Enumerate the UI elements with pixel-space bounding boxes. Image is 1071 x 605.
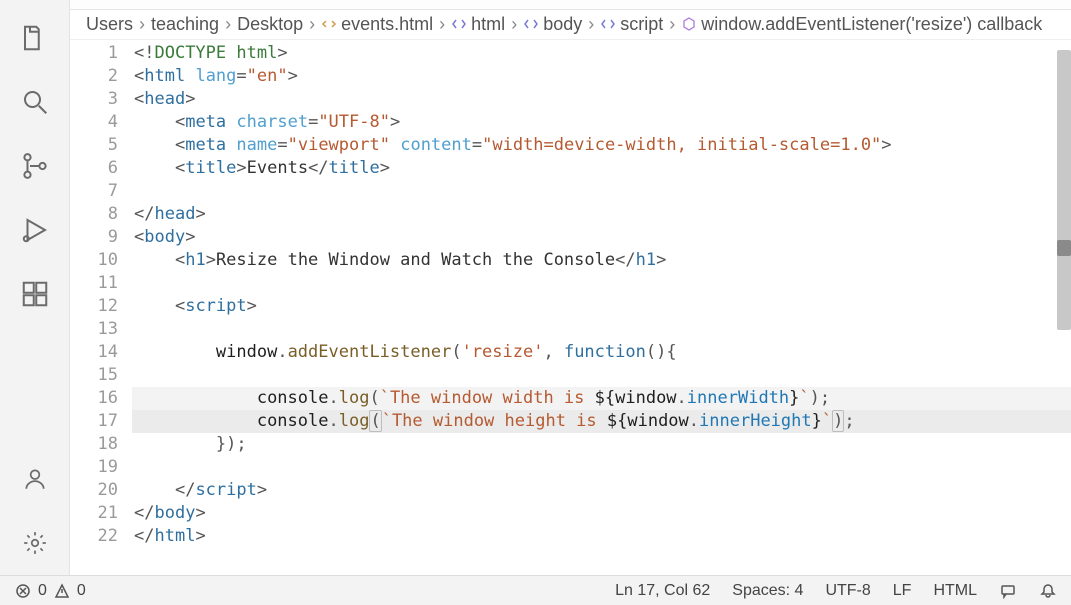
code-line[interactable] [132,272,1071,295]
breadcrumb-item[interactable]: window.addEventListener('resize') callba… [681,14,1042,35]
status-errors[interactable]: 0 [38,582,47,600]
code-line[interactable]: </script> [132,479,1071,502]
code-line[interactable]: console.log(`The window height is ${wind… [132,410,1071,433]
line-number-gutter: 12345678910111213141516171819202122 [70,40,132,575]
settings-gear-icon[interactable] [11,519,59,567]
code-line[interactable]: <meta name="viewport" content="width=dev… [132,134,1071,157]
breadcrumb-item[interactable]: html [451,14,505,35]
breadcrumb-item[interactable]: body [523,14,582,35]
code-line[interactable]: window.addEventListener('resize', functi… [132,341,1071,364]
status-bar: 0 0 Ln 17, Col 62 Spaces: 4 UTF-8 LF HTM… [0,575,1071,605]
status-warnings[interactable]: 0 [77,582,86,600]
tab-strip[interactable] [70,0,1071,10]
chevron-right-icon: › [225,14,231,35]
code-line[interactable]: <!DOCTYPE html> [132,42,1071,65]
error-icon[interactable] [14,582,32,600]
code-line[interactable]: <script> [132,295,1071,318]
run-debug-icon[interactable] [11,206,59,254]
code-editor[interactable]: 12345678910111213141516171819202122 <!DO… [70,40,1071,575]
breadcrumb-item[interactable]: Desktop [237,14,303,35]
status-indent[interactable]: Spaces: 4 [732,582,803,600]
code-line[interactable]: <head> [132,88,1071,111]
chevron-right-icon: › [439,14,445,35]
breadcrumb-item[interactable]: events.html [321,14,433,35]
warning-icon[interactable] [53,582,71,600]
editor-group: Users › teaching › Desktop › events.html… [70,0,1071,575]
file-code-icon [321,16,337,32]
code-line[interactable]: console.log(`The window width is ${windo… [132,387,1071,410]
code-line[interactable]: <html lang="en"> [132,65,1071,88]
code-content[interactable]: <!DOCTYPE html><html lang="en"><head> <m… [132,40,1071,575]
chevron-right-icon: › [588,14,594,35]
code-line[interactable] [132,364,1071,387]
account-icon[interactable] [11,455,59,503]
code-line[interactable]: </body> [132,502,1071,525]
search-icon[interactable] [11,78,59,126]
symbol-method-icon [681,16,697,32]
chevron-right-icon: › [669,14,675,35]
code-line[interactable] [132,180,1071,203]
code-line[interactable]: <body> [132,226,1071,249]
code-line[interactable]: }); [132,433,1071,456]
status-encoding[interactable]: UTF-8 [825,582,870,600]
code-line[interactable]: <meta charset="UTF-8"> [132,111,1071,134]
symbol-icon [600,16,616,32]
chevron-right-icon: › [511,14,517,35]
code-line[interactable] [132,318,1071,341]
feedback-icon[interactable] [999,582,1017,600]
status-cursor[interactable]: Ln 17, Col 62 [615,582,710,600]
status-language[interactable]: HTML [933,582,977,600]
breadcrumb-item[interactable]: Users [86,14,133,35]
chevron-right-icon: › [309,14,315,35]
chevron-right-icon: › [139,14,145,35]
source-control-icon[interactable] [11,142,59,190]
bell-icon[interactable] [1039,582,1057,600]
breadcrumb-item[interactable]: teaching [151,14,219,35]
symbol-icon [523,16,539,32]
code-line[interactable]: <h1>Resize the Window and Watch the Cons… [132,249,1071,272]
code-line[interactable]: </head> [132,203,1071,226]
explorer-icon[interactable] [11,14,59,62]
symbol-icon [451,16,467,32]
activity-bar [0,0,70,575]
code-line[interactable]: </html> [132,525,1071,548]
scrollbar-vertical[interactable] [1057,40,1071,575]
status-eol[interactable]: LF [893,582,912,600]
breadcrumb-item[interactable]: script [600,14,663,35]
breadcrumb[interactable]: Users › teaching › Desktop › events.html… [70,10,1071,40]
code-line[interactable] [132,456,1071,479]
extensions-icon[interactable] [11,270,59,318]
code-line[interactable]: <title>Events</title> [132,157,1071,180]
